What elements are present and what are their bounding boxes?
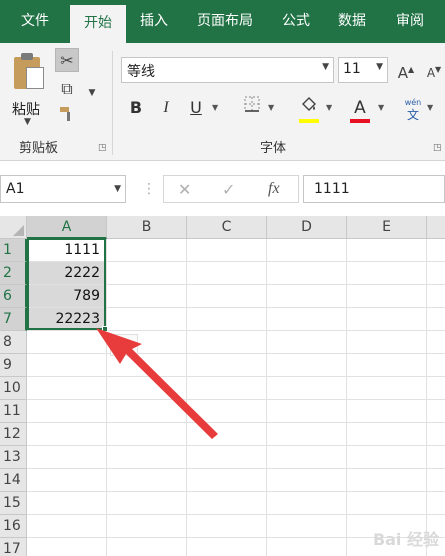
tab-file[interactable]: 文件	[0, 0, 70, 43]
name-box-value: A1	[6, 181, 25, 197]
paste-button[interactable]: 粘贴 ▼	[8, 51, 50, 127]
borders-dropdown-icon[interactable]: ▼	[268, 103, 274, 112]
clipboard-clip-icon	[21, 53, 33, 60]
paintbrush-icon[interactable]	[55, 105, 79, 129]
formula-value: 1111	[314, 181, 350, 197]
fill-color-dropdown-icon[interactable]: ▼	[326, 103, 332, 112]
font-name-value: 等线	[127, 64, 155, 80]
cancel-icon[interactable]: ✕	[178, 180, 191, 199]
font-color-swatch	[350, 119, 370, 123]
scissors-icon[interactable]: ✂	[55, 48, 79, 72]
baidu-watermark: Bai 经验	[372, 530, 439, 549]
font-group-label: 字体	[260, 141, 287, 156]
chevron-down-icon[interactable]: ▼	[376, 62, 383, 72]
fill-color-swatch	[299, 119, 319, 123]
paint-bucket-icon[interactable]	[297, 95, 321, 121]
tab-insert[interactable]: 插入	[126, 0, 182, 43]
phonetic-guide-icon[interactable]: wén 文	[402, 95, 424, 121]
tab-formulas[interactable]: 公式	[268, 0, 324, 43]
tab-page-layout[interactable]: 页面布局	[182, 0, 268, 43]
font-dialog-launcher-icon[interactable]: ◳	[433, 143, 442, 153]
name-box[interactable]: A1 ▼	[0, 175, 126, 203]
shrink-font-icon[interactable]: A▼	[422, 58, 445, 82]
paste-label: 粘贴	[12, 102, 40, 118]
ribbon-tab-bar: 文件 开始 插入 页面布局 公式 数据 审阅	[0, 0, 445, 43]
tab-data[interactable]: 数据	[324, 0, 380, 43]
tab-home[interactable]: 开始	[70, 5, 126, 43]
font-name-select[interactable]: 等线 ▼	[121, 57, 334, 83]
grow-font-label: A	[397, 64, 409, 82]
group-divider	[112, 51, 113, 155]
ribbon-home: 粘贴 ▼ ✂ ⧉ ▼ 剪贴板 ◳ 等线 ▼ 11 ▼ A▲ A▼ B I U ▼…	[0, 43, 445, 161]
phonetic-dropdown-icon[interactable]: ▼	[427, 103, 433, 112]
grow-font-icon[interactable]: A▲	[394, 58, 418, 82]
font-size-select[interactable]: 11 ▼	[338, 57, 388, 83]
insert-function-icon[interactable]: fx	[268, 180, 280, 198]
font-size-value: 11	[343, 61, 361, 77]
underline-dropdown-icon[interactable]: ▼	[212, 103, 218, 112]
chevron-down-icon[interactable]: ▼	[322, 62, 329, 72]
font-color-dropdown-icon[interactable]: ▼	[378, 103, 384, 112]
dialog-launcher-icon[interactable]: ◳	[98, 143, 107, 153]
clipboard-group-label: 剪贴板	[19, 141, 59, 156]
formula-input[interactable]: 1111	[303, 175, 445, 203]
copy-dropdown-icon[interactable]: ▼	[80, 81, 104, 105]
enter-icon[interactable]: ✓	[222, 180, 235, 199]
shrink-font-label: A	[426, 66, 436, 80]
chevron-down-icon[interactable]: ▼	[114, 184, 121, 194]
worksheet-grid[interactable]: A B C D E 1 2 6 7 8 9 10 11 12 13 14 15 …	[0, 216, 445, 556]
tab-review[interactable]: 审阅	[380, 0, 440, 43]
copy-icon[interactable]: ⧉	[55, 77, 79, 101]
paste-paper-icon	[26, 67, 44, 89]
italic-button[interactable]: I	[154, 95, 178, 121]
formula-buttons: ✕ ✓ fx	[163, 175, 299, 203]
underline-button[interactable]: U	[184, 95, 208, 121]
red-arrow	[96, 328, 218, 439]
formula-bar: A1 ▼ ⋮ ✕ ✓ fx 1111	[0, 161, 445, 216]
phonetic-bottom: 文	[406, 108, 419, 122]
drag-handle-icon[interactable]: ⋮	[142, 181, 156, 197]
borders-icon[interactable]	[240, 95, 264, 121]
font-color-button[interactable]: A	[348, 95, 372, 121]
bold-button[interactable]: B	[124, 95, 148, 121]
chevron-down-icon[interactable]: ▼	[24, 117, 31, 127]
